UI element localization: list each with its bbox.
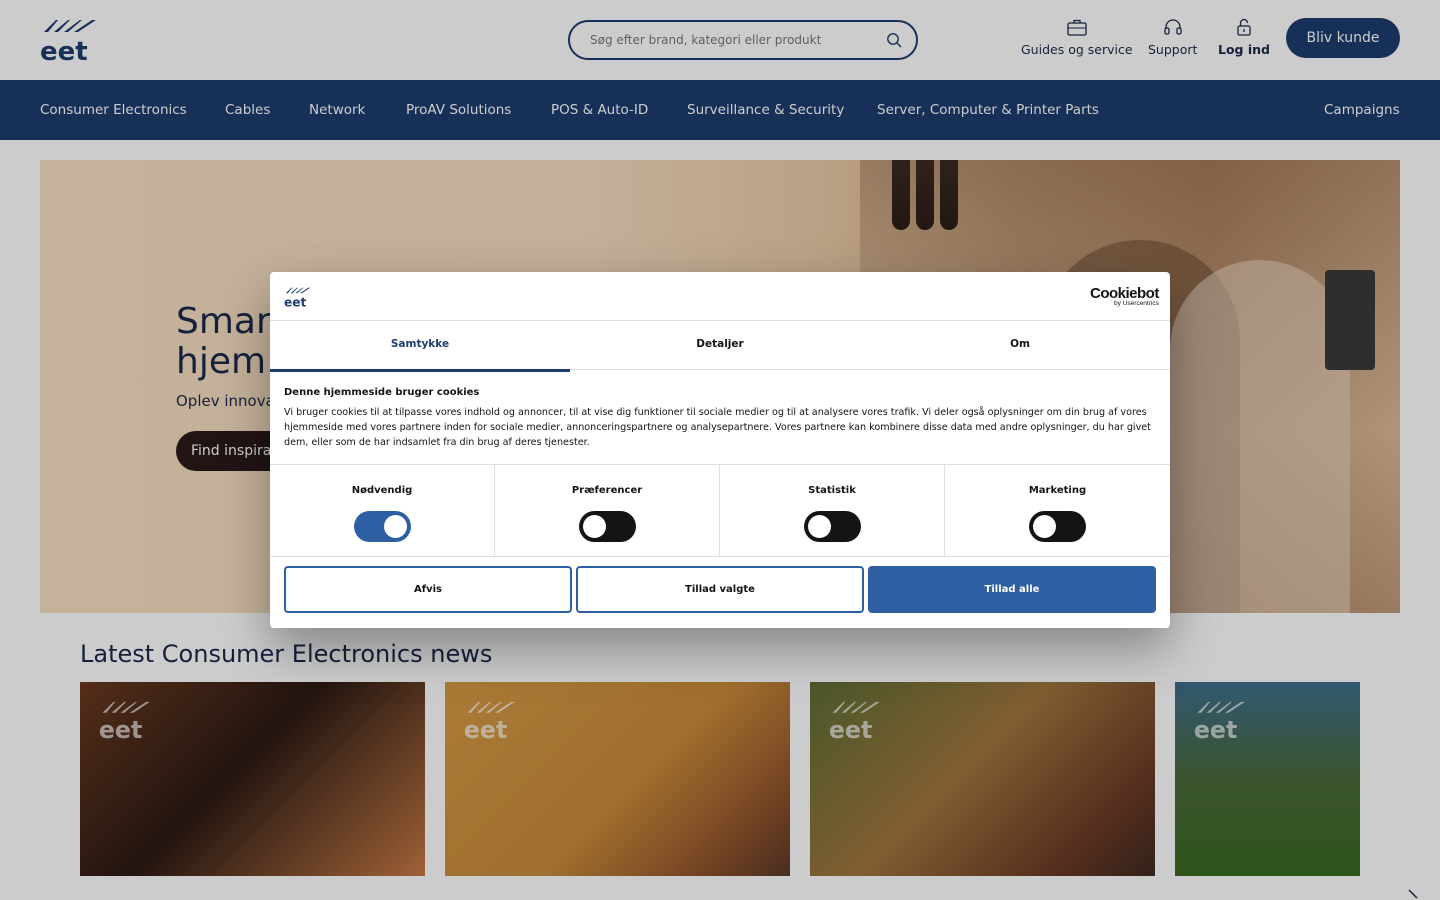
reject-button[interactable]: Afvis: [284, 566, 572, 613]
toggle-cell-statistics: Statistik: [720, 465, 945, 557]
consent-tabs: Samtykke Detaljer Om: [270, 320, 1170, 372]
toggle-label: Marketing: [1028, 485, 1087, 496]
statistics-toggle[interactable]: [804, 511, 861, 542]
allow-all-button[interactable]: Tillad alle: [868, 566, 1156, 613]
tab-samtykke[interactable]: Samtykke: [270, 321, 570, 372]
toggle-label: Præferencer: [571, 485, 643, 496]
allow-selected-button[interactable]: Tillad valgte: [576, 566, 864, 613]
toggle-knob: [583, 515, 606, 538]
preferences-toggle[interactable]: [579, 511, 636, 542]
consent-toggles: Nødvendig Præferencer Statistik Marketin…: [270, 464, 1170, 557]
consent-heading: Denne hjemmeside bruger cookies: [284, 387, 480, 398]
cookie-consent-dialog: eet Cookiebot by Usercentrics Samtykke D…: [270, 272, 1170, 628]
marketing-toggle[interactable]: [1029, 511, 1086, 542]
tab-detaljer[interactable]: Detaljer: [570, 321, 870, 371]
eet-logo: eet: [284, 287, 311, 308]
toggle-knob: [384, 515, 407, 538]
toggle-cell-preferences: Præferencer: [495, 465, 720, 557]
necessary-toggle[interactable]: [354, 511, 411, 542]
toggle-label: Statistik: [808, 485, 856, 496]
tab-om[interactable]: Om: [870, 321, 1170, 371]
toggle-label: Nødvendig: [351, 485, 413, 496]
cookiebot-logo: Cookiebot by Usercentrics: [1090, 285, 1159, 307]
toggle-knob: [1033, 515, 1056, 538]
consent-body-text: Vi bruger cookies til at tilpasse vores …: [284, 407, 1151, 448]
toggle-knob: [808, 515, 831, 538]
consent-buttons: Afvis Tillad valgte Tillad alle: [284, 566, 1156, 613]
toggle-cell-necessary: Nødvendig: [270, 465, 495, 557]
toggle-cell-marketing: Marketing: [945, 465, 1170, 557]
svg-text:eet: eet: [284, 295, 307, 308]
